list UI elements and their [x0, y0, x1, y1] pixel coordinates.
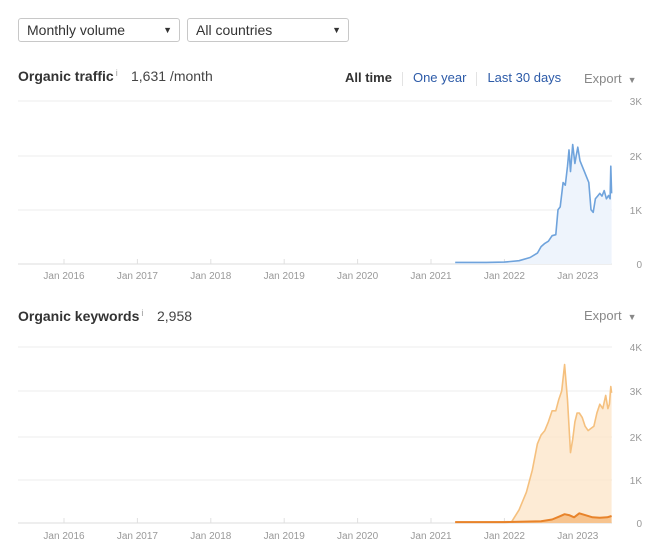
x-tick-label: Jan 2023	[557, 271, 599, 282]
traffic-chart[interactable]: 0 1K 2K 3K Jan 2016 Jan 2017 Jan 2018 Jan 2019 J…	[0, 0, 658, 546]
x-tick-label: Jan 2020	[337, 531, 379, 542]
y-tick-label: 3K	[630, 387, 643, 398]
x-tick-label: Jan 2017	[117, 531, 159, 542]
x-tick-label: Jan 2022	[484, 271, 526, 282]
y-tick-label: 2K	[630, 152, 643, 163]
x-tick-label: Jan 2023	[557, 531, 599, 542]
series-area-organic-traffic	[455, 144, 612, 264]
y-tick-label: 1K	[630, 476, 643, 487]
series-area-all-keywords	[455, 364, 612, 523]
y-tick-label: 1K	[630, 206, 643, 217]
x-tick-label: Jan 2021	[410, 531, 452, 542]
y-tick-label: 2K	[630, 433, 643, 444]
y-tick-label: 3K	[630, 97, 643, 108]
x-tick-label: Jan 2018	[190, 531, 232, 542]
x-tick-label: Jan 2016	[43, 531, 85, 542]
x-tick-label: Jan 2019	[264, 531, 306, 542]
x-tick-label: Jan 2021	[410, 271, 452, 282]
x-tick-label: Jan 2022	[484, 531, 526, 542]
x-tick-label: Jan 2019	[264, 271, 306, 282]
x-tick-label: Jan 2020	[337, 271, 379, 282]
y-tick-label: 0	[636, 519, 642, 530]
y-tick-label: 4K	[630, 343, 643, 354]
x-tick-label: Jan 2016	[43, 271, 85, 282]
x-tick-label: Jan 2017	[117, 271, 159, 282]
x-tick-label: Jan 2018	[190, 271, 232, 282]
y-tick-label: 0	[636, 260, 642, 271]
